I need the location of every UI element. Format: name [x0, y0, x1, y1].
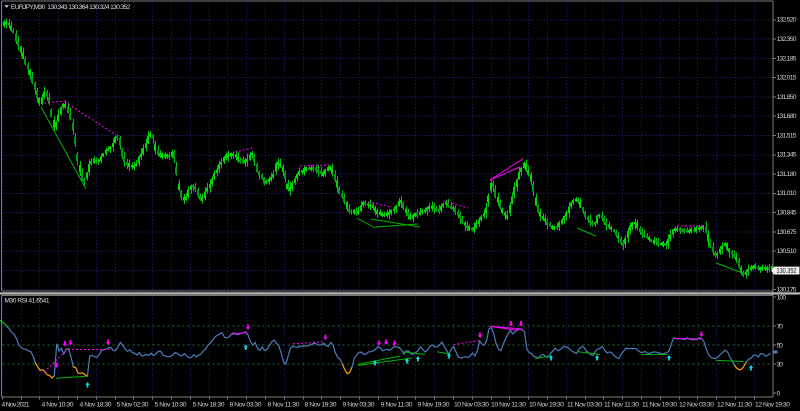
- svg-text:EURJPY,M30 130.343 130.364 13: EURJPY,M30 130.343 130.364 130.324 130.3…: [11, 4, 131, 11]
- svg-text:130.352: 130.352: [777, 268, 797, 275]
- svg-text:12 Nov 19:30: 12 Nov 19:30: [755, 402, 790, 409]
- svg-text:9 Nov 03:30: 9 Nov 03:30: [343, 402, 375, 409]
- svg-text:130.675: 130.675: [777, 229, 797, 236]
- svg-text:131.180: 131.180: [777, 171, 797, 178]
- svg-text:11 Nov 03:30: 11 Nov 03:30: [567, 402, 602, 409]
- svg-text:12 Nov 03:30: 12 Nov 03:30: [679, 402, 714, 409]
- svg-text:70: 70: [777, 324, 784, 331]
- svg-text:11 Nov 19:30: 11 Nov 19:30: [642, 402, 677, 409]
- svg-text:9 Nov 11:30: 9 Nov 11:30: [381, 402, 413, 409]
- svg-text:11 Nov 11:30: 11 Nov 11:30: [604, 402, 639, 409]
- svg-text:10 Nov 03:30: 10 Nov 03:30: [454, 402, 489, 409]
- svg-text:5 Nov 18:30: 5 Nov 18:30: [193, 402, 225, 409]
- svg-text:9 Nov 19:30: 9 Nov 19:30: [418, 402, 450, 409]
- svg-text:8 Nov 11:30: 8 Nov 11:30: [268, 402, 300, 409]
- svg-text:132.350: 132.350: [777, 36, 797, 43]
- svg-text:30: 30: [777, 362, 784, 369]
- svg-text:130.175: 130.175: [777, 287, 797, 294]
- svg-text:130.510: 130.510: [777, 248, 797, 255]
- svg-text:5 Nov 10:30: 5 Nov 10:30: [155, 402, 187, 409]
- svg-text:10 Nov 19:30: 10 Nov 19:30: [529, 402, 564, 409]
- svg-text:132.520: 132.520: [777, 17, 797, 24]
- svg-text:131.680: 131.680: [777, 113, 797, 120]
- svg-text:4 Nov 10:30: 4 Nov 10:30: [42, 402, 74, 409]
- svg-text:8 Nov 19:30: 8 Nov 19:30: [305, 402, 337, 409]
- svg-text:131.515: 131.515: [777, 132, 797, 139]
- svg-text:50: 50: [777, 343, 784, 350]
- svg-text:4 Nov 18:30: 4 Nov 18:30: [80, 402, 112, 409]
- svg-text:132.015: 132.015: [777, 75, 797, 82]
- svg-text:12 Nov 11:30: 12 Nov 11:30: [717, 402, 752, 409]
- svg-text:4 Nov 2021: 4 Nov 2021: [2, 402, 30, 409]
- svg-text:8 Nov 03:30: 8 Nov 03:30: [230, 402, 262, 409]
- svg-text:130.845: 130.845: [777, 210, 797, 217]
- svg-text:100: 100: [777, 295, 787, 302]
- svg-text:132.185: 132.185: [777, 55, 797, 62]
- svg-text:131.345: 131.345: [777, 152, 797, 159]
- svg-text:0: 0: [777, 390, 781, 397]
- svg-text:5 Nov 02:30: 5 Nov 02:30: [117, 402, 149, 409]
- svg-text:10 Nov 11:30: 10 Nov 11:30: [491, 402, 526, 409]
- svg-text:131.850: 131.850: [777, 94, 797, 101]
- svg-text:131.010: 131.010: [777, 190, 797, 197]
- svg-text:M30 RSI 41.6541: M30 RSI 41.6541: [5, 297, 50, 304]
